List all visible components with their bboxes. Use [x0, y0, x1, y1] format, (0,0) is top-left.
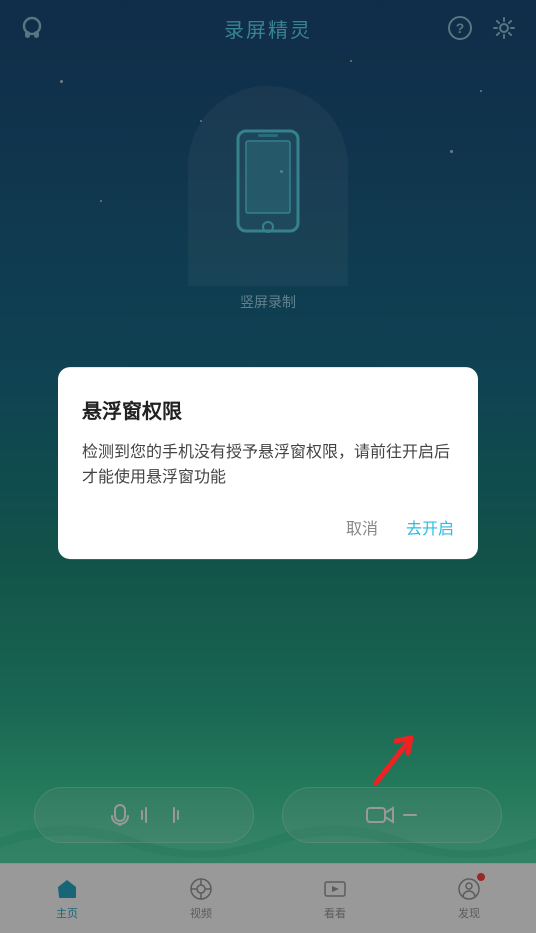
- dialog-body: 检测到您的手机没有授予悬浮窗权限，请前往开启后才能使用悬浮窗功能: [82, 440, 454, 491]
- red-arrow-indicator: [356, 713, 436, 798]
- permission-dialog: 悬浮窗权限 检测到您的手机没有授予悬浮窗权限，请前往开启后才能使用悬浮窗功能 取…: [58, 367, 478, 559]
- dialog-actions: 取消 去开启: [82, 515, 454, 539]
- confirm-button[interactable]: 去开启: [406, 515, 454, 539]
- cancel-button[interactable]: 取消: [346, 515, 378, 539]
- dialog-title: 悬浮窗权限: [82, 395, 454, 424]
